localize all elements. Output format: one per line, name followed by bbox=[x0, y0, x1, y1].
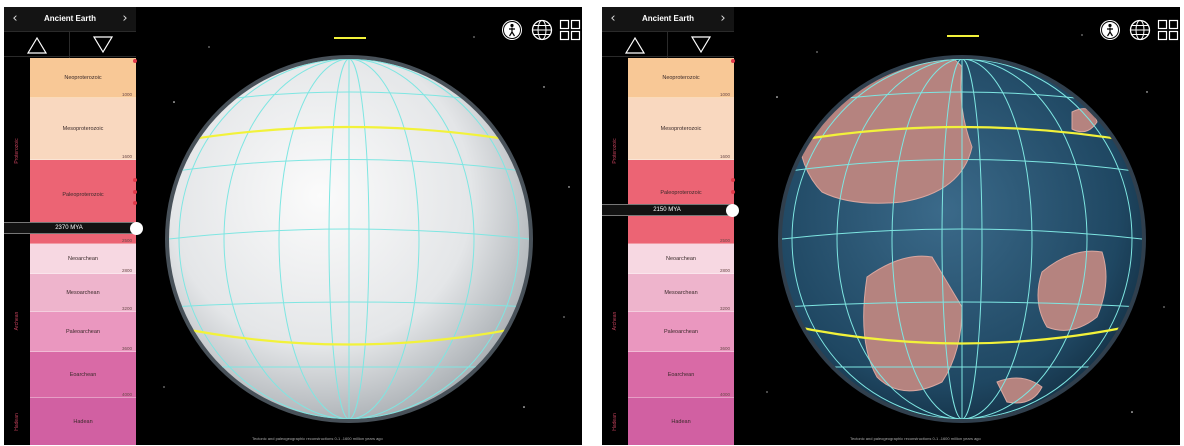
era-hadean[interactable]: Hadean bbox=[30, 398, 136, 445]
app-title: Ancient Earth bbox=[43, 14, 96, 23]
current-time-readout: 2150 MYA bbox=[602, 204, 732, 216]
person-icon[interactable] bbox=[1099, 19, 1121, 41]
era-paleoproterozoic[interactable]: Paleoproterozoic 2500 bbox=[628, 160, 734, 244]
eon-hadean: Hadean bbox=[14, 412, 20, 431]
app-title: Ancient Earth bbox=[641, 14, 694, 23]
eon-proterozoic: Proterozoic bbox=[612, 138, 618, 164]
earth-view-right: ‹ Ancient Earth › Proterozoic Archean Ha… bbox=[602, 7, 1180, 445]
triangle-down-icon bbox=[93, 36, 113, 54]
globe-grid-icon[interactable] bbox=[1129, 19, 1151, 41]
era-column: Neoproterozoic 1000 Mesoproterozoic 1600 P… bbox=[628, 58, 735, 445]
eon-proterozoic: Proterozoic bbox=[14, 138, 20, 164]
era-mesoproterozoic[interactable]: Mesoproterozoic 1600 bbox=[30, 98, 136, 160]
era-paleoarchean[interactable]: Paleoarchean 3600 bbox=[628, 312, 734, 352]
eon-hadean: Hadean bbox=[612, 412, 618, 431]
event-marker[interactable] bbox=[133, 59, 137, 63]
triangle-up-icon bbox=[27, 36, 47, 54]
globe-grid-icon[interactable] bbox=[531, 19, 553, 41]
era-column: Neoproterozoic 1000 Mesoproterozoic 1600 P… bbox=[30, 58, 137, 445]
time-slider-handle[interactable] bbox=[130, 222, 143, 235]
chevron-right-icon[interactable]: › bbox=[715, 10, 731, 28]
geologic-timeline[interactable]: Proterozoic Archean Hadean Neoproterozoi… bbox=[4, 58, 137, 445]
era-neoproterozoic[interactable]: Neoproterozoic 1000 bbox=[628, 58, 734, 98]
time-slider-handle[interactable] bbox=[726, 204, 739, 217]
era-mesoarchean[interactable]: Mesoarchean 3200 bbox=[628, 274, 734, 312]
event-marker[interactable] bbox=[731, 59, 735, 63]
eon-column: Proterozoic Archean Hadean bbox=[4, 58, 30, 445]
era-hadean[interactable]: Hadean bbox=[628, 398, 734, 445]
title-bar: ‹ Ancient Earth › bbox=[4, 7, 136, 31]
eon-archean: Archean bbox=[14, 311, 20, 331]
era-eoarchean[interactable]: Eoarchean 4000 bbox=[628, 352, 734, 398]
event-marker[interactable] bbox=[731, 190, 735, 194]
era-mesoarchean[interactable]: Mesoarchean 3200 bbox=[30, 274, 136, 312]
attribution-text: Tectonic and paleogeographic reconstruct… bbox=[850, 436, 981, 441]
event-marker[interactable] bbox=[133, 178, 137, 182]
step-forward-button[interactable] bbox=[70, 32, 136, 58]
current-time-readout: 2370 MYA bbox=[4, 222, 134, 234]
time-stepper bbox=[602, 31, 734, 58]
eon-column: Proterozoic Archean Hadean bbox=[602, 58, 628, 445]
title-bar: ‹ Ancient Earth › bbox=[602, 7, 734, 31]
event-marker[interactable] bbox=[133, 201, 137, 205]
triangle-up-icon bbox=[625, 36, 645, 54]
step-back-button[interactable] bbox=[602, 32, 668, 58]
era-mesoproterozoic[interactable]: Mesoproterozoic 1600 bbox=[628, 98, 734, 160]
event-marker[interactable] bbox=[731, 178, 735, 182]
era-paleoarchean[interactable]: Paleoarchean 3600 bbox=[30, 312, 136, 352]
earth-view-left: ‹ Ancient Earth › Proterozoic Archean Ha… bbox=[4, 7, 582, 445]
eon-archean: Archean bbox=[612, 311, 618, 331]
era-neoproterozoic[interactable]: Neoproterozoic 1000 bbox=[30, 58, 136, 98]
step-back-button[interactable] bbox=[4, 32, 70, 58]
era-neoarchean[interactable]: Neoarchean 2800 bbox=[628, 244, 734, 274]
grid-layout-icon[interactable] bbox=[559, 19, 581, 41]
grid-layout-icon[interactable] bbox=[1157, 19, 1179, 41]
era-neoarchean[interactable]: Neoarchean 2800 bbox=[30, 244, 136, 274]
attribution-text: Tectonic and paleogeographic reconstruct… bbox=[252, 436, 383, 441]
chevron-left-icon[interactable]: ‹ bbox=[7, 10, 23, 28]
person-icon[interactable] bbox=[501, 19, 523, 41]
geologic-timeline[interactable]: Proterozoic Archean Hadean Neoproterozoi… bbox=[602, 58, 735, 445]
event-marker[interactable] bbox=[133, 190, 137, 194]
chevron-left-icon[interactable]: ‹ bbox=[605, 10, 621, 28]
time-stepper bbox=[4, 31, 136, 58]
era-eoarchean[interactable]: Eoarchean 4000 bbox=[30, 352, 136, 398]
chevron-right-icon[interactable]: › bbox=[117, 10, 133, 28]
triangle-down-icon bbox=[691, 36, 711, 54]
step-forward-button[interactable] bbox=[668, 32, 734, 58]
